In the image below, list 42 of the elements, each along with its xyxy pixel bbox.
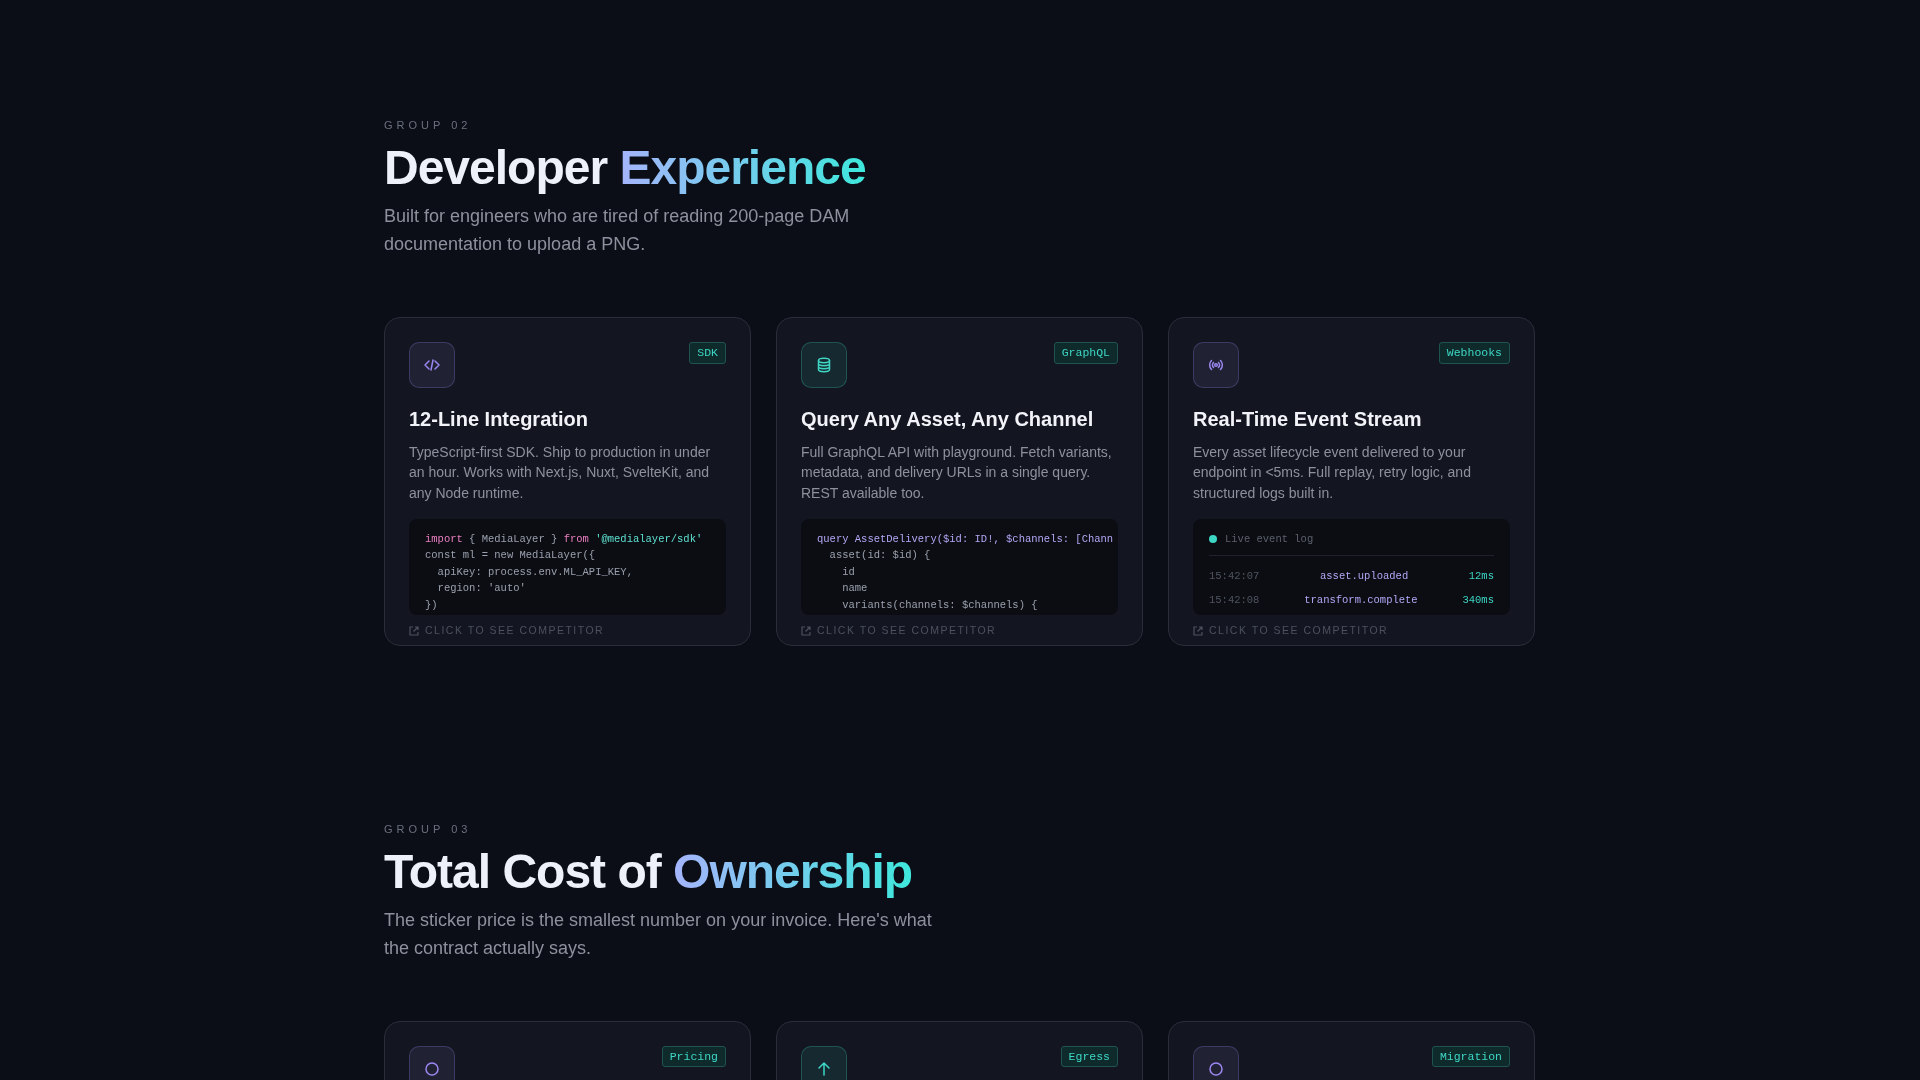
code-line: name: [841, 581, 868, 597]
competitor-link[interactable]: CLICK TO SEE COMPETITOR: [1209, 622, 1389, 639]
external-link-icon: [409, 625, 419, 636]
log-heading: Live event log: [1225, 531, 1314, 547]
section-title: Total Cost of Ownership: [384, 843, 913, 899]
code-line: import { MediaLayer } from '@medialayer/sdk': [425, 531, 703, 547]
code-line: variants(channels: $channels) {: [841, 597, 1038, 613]
section-subtitle: The sticker price is the smallest number on your invoice. Here's what the contract actually says.: [384, 908, 933, 960]
tag-label: GraphQL: [1053, 341, 1118, 364]
eyebrow-label: GROUP 03: [384, 821, 472, 837]
code-line: const ml = new MediaLayer({: [425, 548, 596, 564]
external-link-icon: [1193, 625, 1203, 636]
tag-label: SDK: [689, 341, 726, 364]
section-title: Developer Experience: [384, 140, 866, 196]
external-link-icon: [801, 625, 811, 636]
section-subtitle: Built for engineers who are tired of reading 200-page DAM documentation to upload a PNG.: [384, 205, 851, 257]
code-line: }): [425, 597, 438, 613]
card-description: Every asset lifecycle event delivered to your endpoint in <5ms. Full replay, retry logic, and structured logs built in.: [1193, 442, 1472, 503]
live-dot: [1209, 535, 1217, 544]
card-description: Full GraphQL API with playground. Fetch variants, metadata, and delivery URLs in a single query. REST available too.: [801, 442, 1113, 503]
eyebrow-label: GROUP 02: [384, 118, 472, 133]
log-event: transform.complete: [1304, 593, 1418, 609]
code-line: apiKey: process.env.ML_API_KEY,: [436, 564, 633, 580]
tag-label: Webhooks: [1438, 341, 1510, 364]
log-event: asset.uploaded: [1320, 569, 1409, 585]
log-time: 15:42:07: [1209, 569, 1260, 585]
log-duration: 12ms: [1468, 569, 1494, 585]
code-line: query AssetDelivery($id: ID!, $channels: [Chann: [817, 531, 1114, 547]
card-title: Real-Time Event Stream: [1193, 406, 1423, 432]
code-line: region: 'auto': [436, 581, 526, 597]
competitor-link[interactable]: CLICK TO SEE COMPETITOR: [817, 622, 997, 639]
tag-label: Pricing: [661, 1045, 726, 1068]
log-duration: 340ms: [1462, 593, 1494, 609]
tag-label: Migration: [1431, 1045, 1510, 1068]
card-title: 12-Line Integration: [409, 406, 589, 432]
card-title: Query Any Asset, Any Channel: [801, 406, 1095, 432]
code-line: id: [841, 564, 855, 580]
card-description: TypeScript-first SDK. Ship to production in under an hour. Works with Next.js, Nuxt, SvelteKit, and any Node runtime.: [409, 442, 712, 503]
competitor-link[interactable]: CLICK TO SEE COMPETITOR: [425, 622, 605, 639]
log-time: 15:42:08: [1209, 593, 1260, 609]
code-line: asset(id: $id) {: [828, 548, 931, 564]
tag-label: Egress: [1060, 1045, 1118, 1068]
